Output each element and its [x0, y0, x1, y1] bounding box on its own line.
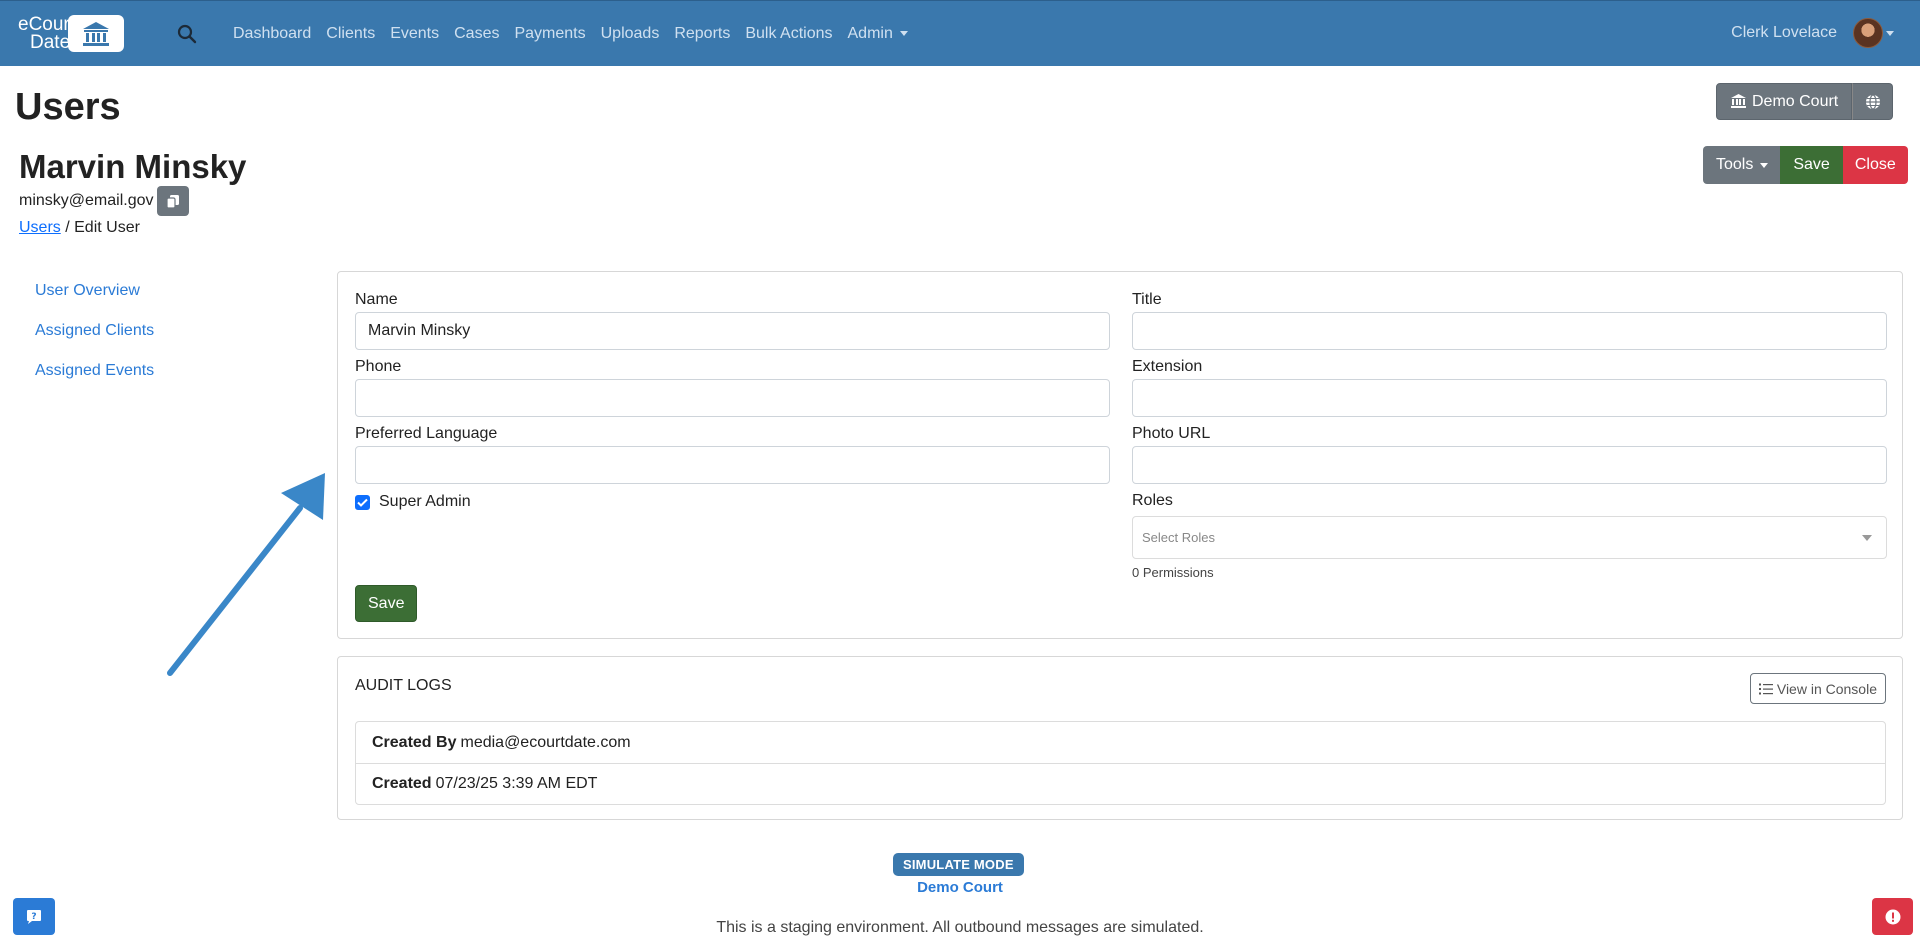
footer-court-name[interactable]: Demo Court: [0, 879, 1920, 896]
staging-notice: This is a staging environment. All outbo…: [716, 919, 1204, 936]
roles-select[interactable]: Select Roles: [1132, 516, 1887, 559]
save-button-top[interactable]: Save: [1780, 146, 1843, 184]
copy-email-button[interactable]: [156, 186, 189, 216]
nav-uploads[interactable]: Uploads: [601, 25, 660, 43]
phone-label: Phone: [355, 358, 402, 375]
tools-dropdown-button[interactable]: Tools: [1703, 146, 1781, 184]
chevron-down-icon: [1760, 162, 1769, 168]
breadcrumb-users-link[interactable]: Users: [19, 219, 61, 236]
tools-label: Tools: [1716, 156, 1754, 173]
audit-created-by-label: Created By: [372, 733, 457, 751]
simulate-mode-badge: SIMULATE MODE: [893, 853, 1024, 876]
main-nav: Dashboard Clients Events Cases Payments …: [233, 1, 923, 67]
nav-dashboard[interactable]: Dashboard: [233, 25, 311, 43]
nav-reports[interactable]: Reports: [674, 25, 730, 43]
edit-user-card: Name Title Phone Extension Preferred Lan…: [337, 271, 1903, 639]
chevron-down-icon: [1886, 30, 1894, 36]
nav-cases[interactable]: Cases: [454, 25, 499, 43]
sidebar-item-assigned-events[interactable]: Assigned Events: [35, 362, 154, 402]
photo-url-label: Photo URL: [1132, 425, 1211, 442]
action-buttons: Tools Save Close: [1703, 146, 1908, 184]
chevron-down-icon: [899, 31, 908, 37]
extension-label: Extension: [1132, 358, 1203, 375]
breadcrumb-current: / Edit User: [65, 219, 140, 236]
title-input[interactable]: [1132, 312, 1887, 350]
chat-button[interactable]: ?: [13, 898, 55, 935]
view-in-console-button[interactable]: View in Console: [1749, 673, 1886, 704]
breadcrumb: Users / Edit User: [19, 219, 140, 237]
user-email: minsky@email.gov: [19, 192, 154, 209]
sidebar-item-user-overview[interactable]: User Overview: [35, 282, 154, 322]
nav-clients[interactable]: Clients: [326, 25, 375, 43]
super-admin-label: Super Admin: [379, 493, 471, 510]
list-item: Created By media@ecourtdate.com: [356, 722, 1885, 763]
list-icon: [1758, 683, 1773, 694]
alert-button[interactable]: [1872, 898, 1913, 935]
checkmark-icon: [357, 498, 368, 507]
chat-question-icon: ?: [27, 909, 41, 924]
courthouse-icon: [68, 15, 124, 52]
ecourtdate-logo[interactable]: eCourt Date: [18, 15, 124, 52]
view-in-console-label: View in Console: [1776, 680, 1877, 697]
chevron-down-icon: [1862, 534, 1872, 541]
nav-admin-label: Admin: [847, 25, 893, 42]
phone-input[interactable]: [355, 379, 1110, 417]
side-nav: User Overview Assigned Clients Assigned …: [35, 282, 154, 402]
audit-created-value: 07/23/25 3:39 AM EDT: [435, 775, 598, 792]
audit-created-by-value: media@ecourtdate.com: [460, 733, 631, 751]
roles-placeholder: Select Roles: [1142, 530, 1215, 545]
name-label: Name: [355, 291, 398, 308]
user-full-name: Marvin Minsky: [19, 148, 247, 185]
top-navbar: eCourt Date Dashboard Clients Events Cas…: [0, 0, 1920, 66]
list-item: Created 07/23/25 3:39 AM EDT: [356, 763, 1885, 804]
user-menu[interactable]: Clerk Lovelace: [1731, 18, 1894, 48]
sidebar-item-assigned-clients[interactable]: Assigned Clients: [35, 322, 154, 362]
annotation-arrow-icon: [167, 473, 325, 676]
audit-log-list: Created By media@ecourtdate.com Created …: [355, 721, 1886, 805]
copy-icon: [165, 194, 179, 209]
avatar[interactable]: [1853, 18, 1883, 48]
demo-court-label: Demo Court: [1752, 92, 1839, 110]
extension-input[interactable]: [1132, 379, 1887, 417]
courthouse-icon: [1731, 94, 1746, 108]
page-title: Users: [15, 86, 121, 128]
roles-label: Roles: [1132, 492, 1173, 509]
permissions-count: 0 Permissions: [1132, 565, 1214, 580]
super-admin-row: Super Admin: [355, 493, 471, 511]
search-icon[interactable]: [176, 23, 198, 45]
nav-bulk-actions[interactable]: Bulk Actions: [745, 25, 832, 43]
audit-logs-title: AUDIT LOGS: [355, 677, 452, 694]
audit-created-label: Created: [372, 775, 432, 792]
nav-payments[interactable]: Payments: [514, 25, 585, 43]
email-row: minsky@email.gov: [19, 186, 189, 216]
preferred-language-label: Preferred Language: [355, 425, 498, 442]
demo-court-button[interactable]: Demo Court: [1716, 83, 1853, 120]
svg-text:?: ?: [31, 912, 36, 922]
globe-icon: [1865, 93, 1880, 110]
nav-admin-dropdown[interactable]: Admin: [848, 25, 908, 43]
exclamation-circle-icon: [1885, 909, 1900, 924]
logo-text-line1: eCourt: [18, 13, 76, 35]
name-input[interactable]: [355, 312, 1110, 350]
nav-user-name: Clerk Lovelace: [1731, 24, 1837, 41]
photo-url-input[interactable]: [1132, 446, 1887, 484]
court-switcher: Demo Court: [1716, 83, 1894, 120]
super-admin-checkbox[interactable]: [355, 494, 370, 510]
close-button[interactable]: Close: [1842, 146, 1908, 184]
globe-button[interactable]: [1852, 83, 1894, 120]
logo-text-line2: Date: [30, 31, 71, 53]
audit-logs-card: AUDIT LOGS View in Console Created By me…: [337, 656, 1903, 820]
nav-events[interactable]: Events: [390, 25, 439, 43]
preferred-language-input[interactable]: [355, 446, 1110, 484]
save-button[interactable]: Save: [355, 585, 418, 622]
title-label: Title: [1132, 291, 1162, 308]
